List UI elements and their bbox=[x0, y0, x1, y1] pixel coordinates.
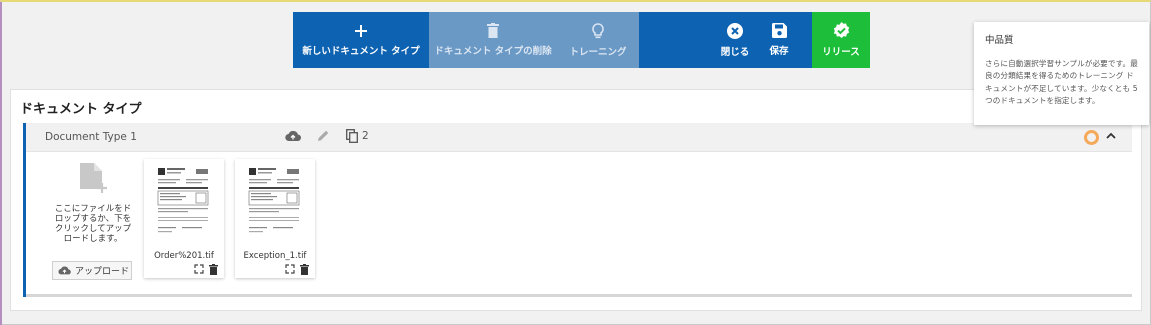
document-card[interactable]: Exception_1.tif bbox=[235, 159, 315, 278]
copies-count: 2 bbox=[362, 130, 369, 142]
document-types-panel: ドキュメント タイプ Document Type 1 2 ここにファイルをドロッ… bbox=[10, 89, 1142, 311]
chevron-up-icon[interactable] bbox=[1104, 129, 1118, 143]
upload-button[interactable]: アップロード bbox=[52, 261, 132, 280]
document-type-header[interactable]: Document Type 1 2 bbox=[26, 123, 1132, 152]
trash-icon bbox=[487, 23, 499, 38]
delete-document-type-button[interactable]: ドキュメント タイプの削除 bbox=[429, 12, 557, 68]
save-label: 保存 bbox=[769, 46, 789, 57]
quality-tooltip: 中品質 さらに自動選択学習サンプルが必要です。最良の分類結果を得るためのトレーニ… bbox=[974, 22, 1149, 125]
document-thumbnail bbox=[247, 165, 303, 247]
floppy-disk-icon bbox=[771, 23, 787, 38]
lightbulb-icon bbox=[592, 22, 604, 38]
expand-icon[interactable] bbox=[194, 264, 204, 274]
release-button[interactable]: リリース bbox=[812, 12, 870, 68]
close-circle-icon bbox=[727, 22, 743, 39]
cloud-upload-icon bbox=[58, 266, 71, 275]
document-type-section: Document Type 1 2 ここにファイルをドロップするか、下をクリック… bbox=[23, 123, 1132, 297]
document-type-name: Document Type 1 bbox=[45, 131, 137, 143]
quality-indicator[interactable] bbox=[1084, 130, 1099, 145]
check-badge-icon bbox=[833, 22, 849, 38]
document-name: Order%201.tif bbox=[154, 251, 214, 261]
new-document-type-label: 新しいドキュメント タイプ bbox=[302, 45, 420, 57]
tooltip-body: さらに自動選択学習サンプルが必要です。最良の分類結果を得るためのトレーニング ド… bbox=[985, 59, 1138, 106]
plus-icon bbox=[355, 24, 367, 37]
upload-instructions: ここにファイルをドロップするか、下をクリックしてアップロードします。 bbox=[54, 204, 132, 244]
add-file-icon bbox=[80, 163, 107, 193]
tooltip-title: 中品質 bbox=[985, 35, 1014, 46]
toolbar: 新しいドキュメント タイプ ドキュメント タイプの削除 トレーニング 閉じる 保… bbox=[293, 12, 870, 68]
upload-dropzone[interactable]: ここにファイルをドロップするか、下をクリックしてアップロードします。 アップロー… bbox=[48, 159, 138, 287]
copies-icon bbox=[346, 129, 358, 143]
upload-button-label: アップロード bbox=[75, 267, 130, 277]
panel-title: ドキュメント タイプ bbox=[20, 102, 142, 117]
training-button[interactable]: トレーニング bbox=[557, 12, 639, 68]
document-thumbnail bbox=[156, 165, 212, 247]
close-label: 閉じる bbox=[720, 46, 750, 58]
expand-icon[interactable] bbox=[285, 264, 295, 274]
section-divider bbox=[26, 294, 1132, 297]
trash-icon[interactable] bbox=[209, 264, 218, 275]
training-label: トレーニング bbox=[569, 46, 627, 58]
trash-icon[interactable] bbox=[300, 264, 309, 275]
document-card[interactable]: Order%201.tif bbox=[144, 159, 224, 278]
window-edge bbox=[0, 2, 2, 325]
document-name: Exception_1.tif bbox=[243, 251, 307, 261]
cloud-upload-icon[interactable] bbox=[285, 129, 301, 143]
delete-document-type-label: ドキュメント タイプの削除 bbox=[434, 46, 552, 57]
save-button[interactable]: 保存 bbox=[758, 12, 800, 68]
new-document-type-button[interactable]: 新しいドキュメント タイプ bbox=[293, 12, 429, 68]
pencil-icon[interactable] bbox=[317, 129, 330, 142]
close-button[interactable]: 閉じる bbox=[712, 12, 758, 68]
release-label: リリース bbox=[822, 47, 860, 58]
